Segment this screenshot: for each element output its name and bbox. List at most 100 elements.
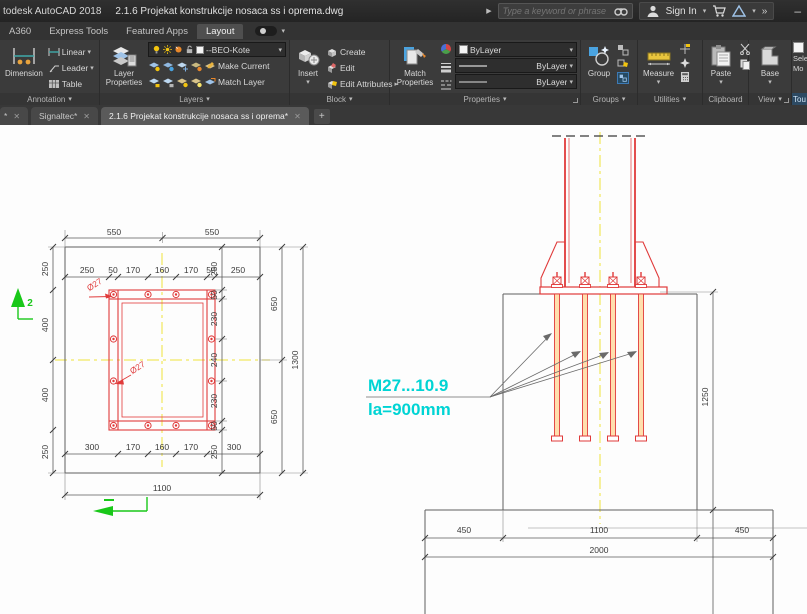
id-point-icon[interactable] <box>679 43 691 55</box>
layer-freeze-icon[interactable] <box>176 60 188 72</box>
edit-attributes-button[interactable]: Edit Attributes▸ <box>326 76 398 91</box>
group-selection-toggle[interactable] <box>617 72 629 84</box>
view-dialog-launcher[interactable] <box>784 98 789 103</box>
group-button[interactable]: Group <box>584 42 614 80</box>
panel-label-layers[interactable]: Layers▾ <box>100 93 289 105</box>
tab-a360[interactable]: A360 <box>0 24 40 39</box>
layer-unisolate-icon[interactable] <box>162 60 174 72</box>
quick-calc-icon[interactable] <box>679 71 691 83</box>
group-edit-icon[interactable] <box>617 58 629 70</box>
panel-annotation: Dimension Linear▾ Leader▾ Table <box>0 40 100 105</box>
search-expand-icon[interactable]: ▶ <box>486 7 491 15</box>
tab-layout[interactable]: Layout <box>197 24 244 39</box>
block-create-icon <box>326 46 338 58</box>
layer-color-swatch[interactable] <box>196 46 204 54</box>
block-edit-button[interactable]: Edit <box>326 60 398 75</box>
dimension-text: 250 <box>40 262 50 276</box>
elevation-dimension-lines <box>425 292 773 614</box>
dimension-text: 170 <box>126 442 140 452</box>
layer-unlock-all-icon[interactable] <box>162 76 174 88</box>
dimension-text: 250 <box>231 265 245 275</box>
block-create-button[interactable]: Create <box>326 44 398 59</box>
layer-select[interactable]: --BEO-Kote ▾ <box>148 42 286 57</box>
ribbon-options-caret-icon[interactable]: ▾ <box>281 27 285 35</box>
make-current-button[interactable]: Make Current <box>218 61 270 71</box>
linetype-icon[interactable] <box>440 78 452 90</box>
panel-label-block[interactable]: Block▾ <box>290 93 389 105</box>
dimension-button[interactable]: Dimension <box>3 42 45 80</box>
ungroup-icon[interactable] <box>617 44 629 56</box>
search-box[interactable] <box>498 3 633 19</box>
app-caret-icon[interactable]: ▾ <box>752 7 756 15</box>
measure-button[interactable]: Measure▾ <box>641 42 676 87</box>
linear-dimension-icon <box>48 46 60 58</box>
insert-button[interactable]: Insert▾ <box>293 42 323 87</box>
measure-caret-icon[interactable]: ▾ <box>657 79 661 87</box>
color-wheel-icon[interactable] <box>440 43 452 55</box>
minimize-button[interactable]: – <box>794 4 801 18</box>
overflow-chevron[interactable]: » <box>762 6 768 17</box>
turn-all-layers-on-icon[interactable] <box>176 76 188 88</box>
lineweight-icon[interactable] <box>440 61 452 73</box>
panel-label-touch[interactable]: Tou <box>792 93 807 105</box>
panel-label-properties[interactable]: Properties▾ <box>390 93 580 105</box>
layer-lock-icon[interactable] <box>148 76 160 88</box>
panel-label-groups[interactable]: Groups▾ <box>581 93 637 105</box>
search-input[interactable] <box>503 6 611 16</box>
cart-icon[interactable] <box>712 4 726 18</box>
match-layer-button[interactable]: Match Layer <box>218 77 265 87</box>
layer-on-bulb-icon[interactable] <box>152 45 161 54</box>
layer-viewport-icon[interactable] <box>174 45 183 54</box>
record-macro-icon[interactable] <box>255 26 277 36</box>
panel-label-annotation[interactable]: Annotation▾ <box>0 93 99 105</box>
sign-in-button[interactable]: Sign In <box>666 6 697 17</box>
paste-caret-icon[interactable]: ▾ <box>719 79 723 87</box>
layer-isolate-icon[interactable] <box>148 60 160 72</box>
new-tab-button[interactable]: + <box>314 109 330 124</box>
point-style-icon[interactable] <box>679 57 691 69</box>
base-plate <box>540 287 667 294</box>
base-button[interactable]: Base▾ <box>755 42 785 87</box>
layer-unlock-icon[interactable] <box>185 45 194 54</box>
properties-dialog-launcher[interactable] <box>573 98 578 103</box>
linetype-select[interactable]: ByLayer▾ <box>455 74 577 89</box>
panel-label-view[interactable]: View▾ <box>749 93 791 105</box>
table-button[interactable]: Table <box>48 76 94 91</box>
base-caret-icon[interactable]: ▾ <box>768 79 772 87</box>
dim-550-right: 550 <box>205 227 219 237</box>
tab-express-tools[interactable]: Express Tools <box>40 24 117 39</box>
panel-label-clipboard[interactable]: Clipboard <box>703 93 748 105</box>
match-properties-button[interactable]: Match Properties <box>393 42 437 89</box>
panel-label-utilities[interactable]: Utilities▾ <box>638 93 702 105</box>
lineweight-select[interactable]: ByLayer▾ <box>455 58 577 73</box>
linear-button[interactable]: Linear▾ <box>48 44 94 59</box>
layer-off-icon[interactable] <box>190 60 202 72</box>
insert-caret-icon[interactable]: ▾ <box>306 79 310 87</box>
section-marker-label: 2 <box>27 298 33 309</box>
sign-in-caret-icon[interactable]: ▾ <box>703 7 707 15</box>
close-tab-icon[interactable]: ✕ <box>294 112 301 121</box>
binoculars-icon[interactable] <box>614 4 628 18</box>
layer-properties-button[interactable]: Layer Properties <box>103 42 145 89</box>
edit-attributes-icon <box>326 78 338 90</box>
leader-caret-icon[interactable]: ▾ <box>90 64 94 72</box>
object-color-select[interactable]: ByLayer▾ <box>455 42 577 57</box>
panel-annotation-caret-icon: ▾ <box>68 95 72 103</box>
thaw-all-layers-icon[interactable] <box>190 76 202 88</box>
file-tab-partial[interactable]: *✕ <box>0 107 28 125</box>
paste-button[interactable]: Paste▾ <box>706 42 736 87</box>
leader-button[interactable]: Leader▾ <box>48 60 94 75</box>
file-tab-signaltec[interactable]: Signaltec*✕ <box>31 107 98 125</box>
file-tab-active[interactable]: 2.1.6 Projekat konstrukcije nosaca ss i … <box>101 107 309 125</box>
hole-label: Ø27 <box>128 359 147 376</box>
layer-thaw-sun-icon[interactable] <box>163 45 172 54</box>
drawing-canvas[interactable]: 5505502505017016017050250250400400250250… <box>0 125 807 614</box>
linear-caret-icon[interactable]: ▾ <box>87 48 91 56</box>
close-tab-icon[interactable]: ✕ <box>83 112 90 121</box>
autodesk-app-icon[interactable] <box>732 4 746 18</box>
layer-select-caret-icon[interactable]: ▾ <box>278 46 282 54</box>
close-tab-icon[interactable]: ✕ <box>13 112 20 121</box>
selection-mode-icon[interactable] <box>793 42 804 53</box>
tab-featured-apps[interactable]: Featured Apps <box>117 24 197 39</box>
leader-icon <box>48 62 60 74</box>
